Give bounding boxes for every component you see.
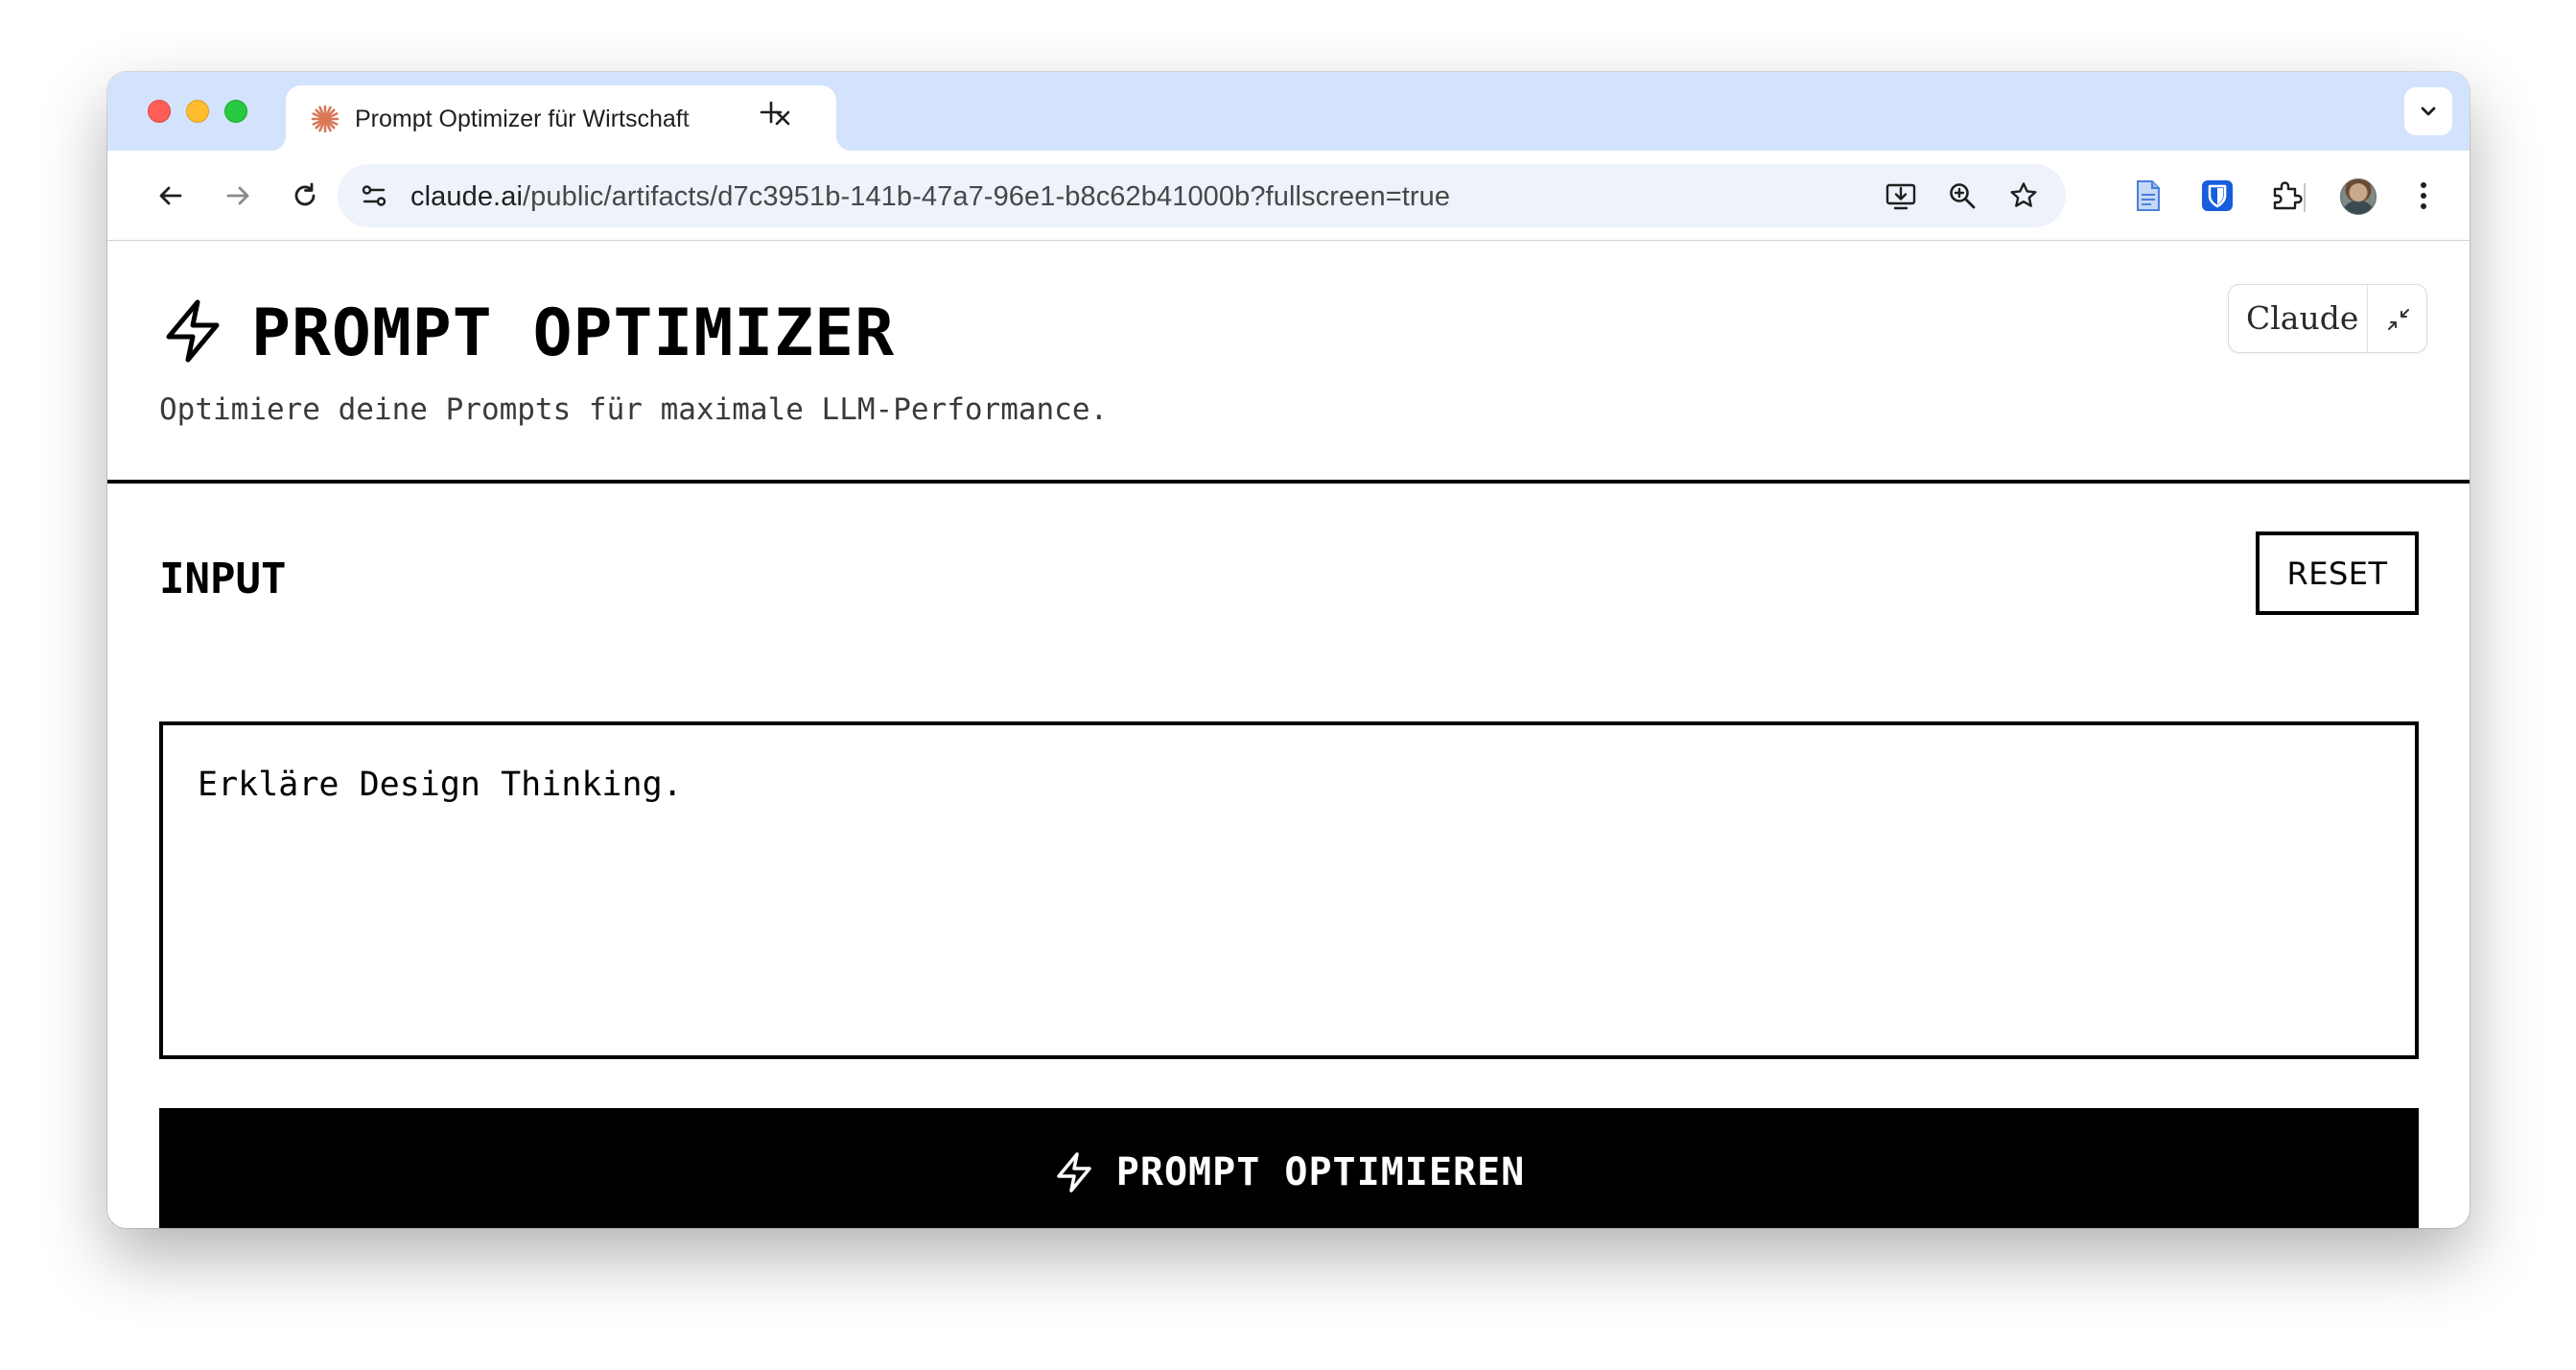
bookmark-star-icon[interactable] — [2001, 173, 2047, 219]
extensions-puzzle-icon[interactable] — [2263, 173, 2309, 219]
tab-strip: Prompt Optimizer für Wirtschaft — [107, 72, 2470, 151]
lightning-bolt-icon — [166, 299, 220, 363]
reload-icon[interactable] — [282, 173, 328, 219]
url-text[interactable]: claude.ai/public/artifacts/d7c3951b-141b… — [410, 181, 1450, 213]
zoom-icon[interactable] — [1939, 173, 1985, 219]
tab-title: Prompt Optimizer für Wirtschaft — [355, 106, 690, 132]
claude-badge[interactable]: Claude — [2228, 284, 2427, 353]
docs-extension-icon[interactable] — [2125, 173, 2171, 219]
address-bar[interactable]: claude.ai/public/artifacts/d7c3951b-141b… — [338, 164, 2066, 227]
maximize-window-button[interactable] — [224, 100, 247, 123]
page-subtitle: Optimiere deine Prompts für maximale LLM… — [159, 392, 1109, 427]
url-path: /public/artifacts/d7c3951b-141b-47a7-96e… — [523, 181, 1451, 212]
badge-divider — [2367, 285, 2368, 352]
page-content: PROMPT OPTIMIZER Optimiere deine Prompts… — [107, 242, 2470, 1228]
claude-sunburst-icon — [311, 105, 340, 133]
bitwarden-extension-icon[interactable] — [2194, 173, 2240, 219]
reset-button[interactable]: RESET — [2256, 531, 2419, 615]
prompt-input[interactable]: Erkläre Design Thinking. — [159, 721, 2419, 1059]
minimize-window-button[interactable] — [186, 100, 209, 123]
site-info-icon[interactable] — [351, 173, 397, 219]
menu-kebab-icon[interactable] — [2400, 173, 2447, 219]
install-app-icon[interactable] — [1878, 173, 1924, 219]
back-icon[interactable] — [148, 173, 194, 219]
page-title: PROMPT OPTIMIZER — [251, 295, 896, 371]
profile-avatar[interactable] — [2340, 178, 2377, 215]
input-section-label: INPUT — [159, 555, 287, 603]
browser-window: Prompt Optimizer für Wirtschaft claude.a… — [107, 72, 2470, 1228]
lightning-bolt-icon — [1057, 1151, 1091, 1193]
new-tab-plus-icon[interactable] — [752, 93, 790, 131]
toolbar-separator — [2304, 183, 2306, 212]
url-domain: claude.ai — [410, 181, 523, 212]
optimize-prompt-button[interactable]: PROMPT OPTIMIEREN — [159, 1108, 2419, 1228]
app-header: PROMPT OPTIMIZER Optimiere deine Prompts… — [107, 242, 2470, 484]
tab-search-chevron-icon[interactable] — [2404, 87, 2452, 135]
exit-fullscreen-icon[interactable] — [2369, 285, 2428, 354]
browser-toolbar: claude.ai/public/artifacts/d7c3951b-141b… — [107, 151, 2470, 241]
close-window-button[interactable] — [148, 100, 171, 123]
forward-icon[interactable] — [215, 173, 261, 219]
optimize-button-label: PROMPT OPTIMIEREN — [1115, 1149, 1526, 1194]
claude-badge-label: Claude — [2246, 299, 2359, 337]
